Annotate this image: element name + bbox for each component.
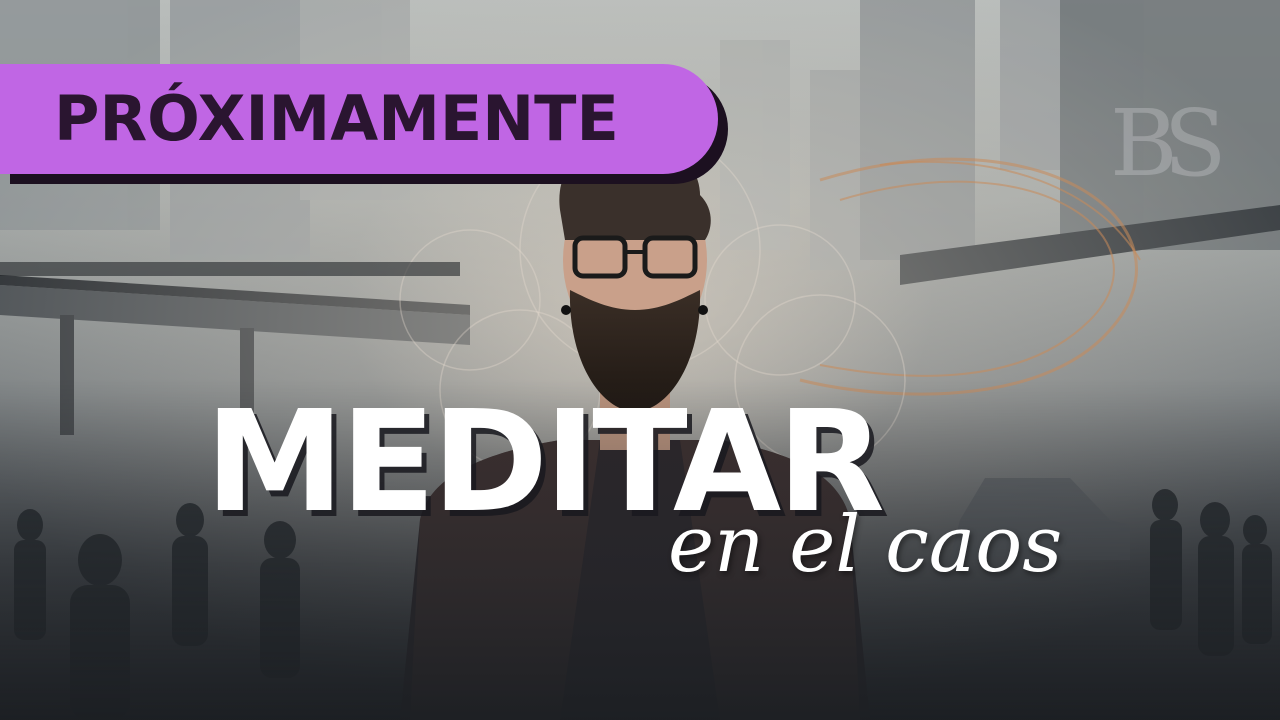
video-thumbnail: BS PRÓXIMAMENTE MEDITAR en el caos: [0, 0, 1280, 720]
coming-soon-label: PRÓXIMAMENTE: [54, 82, 619, 155]
subtitle: en el caos: [668, 500, 1063, 590]
watermark-logo: BS: [1110, 90, 1227, 197]
